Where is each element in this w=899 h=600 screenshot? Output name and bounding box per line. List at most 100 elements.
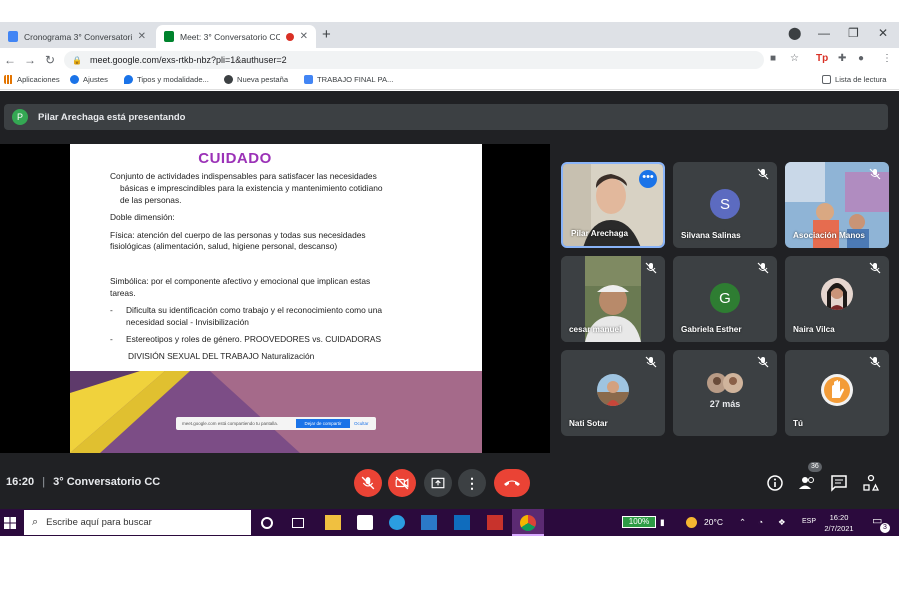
windows-start-icon[interactable]	[4, 517, 16, 529]
participant-tile[interactable]: cesar manuel	[561, 256, 665, 342]
bookmark-label: Nueva pestaña	[237, 75, 289, 84]
people-icon[interactable]	[798, 474, 816, 492]
bookmark-tipos[interactable]: Tipos y modalidade...	[124, 75, 209, 84]
task-view-icon[interactable]	[292, 518, 304, 528]
meet-icon	[164, 31, 174, 42]
chrome-taskbar-button[interactable]	[512, 509, 544, 536]
battery-indicator[interactable]: 100%	[622, 516, 656, 528]
reload-icon[interactable]: ↻	[40, 53, 60, 67]
bookmark-nueva-pestana[interactable]: Nueva pestaña	[224, 75, 288, 84]
puzzle-icon[interactable]: ✚	[838, 53, 846, 64]
participant-tile[interactable]: Asociación Manos	[785, 162, 889, 248]
close-tab-icon[interactable]: ✕	[138, 31, 146, 42]
shared-screen: CUIDADO Conjunto de actividades indispen…	[0, 144, 550, 453]
participant-tile[interactable]: ••• Pilar Arechaga	[561, 162, 665, 248]
bookmark-apps[interactable]: Aplicaciones	[4, 75, 60, 84]
dropbox-icon[interactable]: ❖	[778, 517, 786, 528]
clock-date: 2/7/2021	[824, 524, 854, 533]
windows-taskbar: ⌕ Escribe aquí para buscar 100% ▮ 20°C ⌃…	[0, 509, 899, 536]
mail-icon[interactable]	[454, 515, 470, 530]
activities-icon[interactable]	[862, 474, 880, 492]
drop-icon	[124, 75, 133, 84]
star-icon[interactable]: ☆	[790, 53, 799, 64]
taskbar-clock[interactable]: 16:20 2/7/2021	[818, 512, 860, 534]
bookmark-trabajo[interactable]: TRABAJO FINAL PA...	[304, 75, 393, 84]
participant-tile[interactable]: Naira Vilca	[785, 256, 889, 342]
slide-line: Dificulta su identificación como trabajo…	[126, 305, 383, 315]
present-screen-icon	[431, 477, 445, 489]
participant-tile[interactable]: Nati Sotar	[561, 350, 665, 436]
camera-toggle-button[interactable]	[388, 469, 416, 497]
chevron-up-icon[interactable]: ⌃	[739, 517, 746, 528]
more-options-icon[interactable]: •••	[639, 170, 657, 188]
slide-line: Doble dimensión:	[110, 212, 175, 222]
slide-decoration	[70, 371, 482, 453]
tab-cronograma[interactable]: Cronograma 3° Conversatorio CC ✕	[0, 25, 154, 48]
search-placeholder: Escribe aquí para buscar	[46, 517, 152, 528]
participant-count-badge: 36	[808, 462, 822, 472]
camera-icon[interactable]: ■	[770, 53, 776, 64]
participant-tile[interactable]: G Gabriela Esther	[673, 256, 777, 342]
hide-notice-button[interactable]: Ocultar	[354, 419, 369, 428]
reading-list[interactable]: Lista de lectura	[822, 75, 887, 84]
meet-call-area: P Pilar Arechaga está presentando CUIDAD…	[0, 91, 899, 509]
mic-off-icon	[869, 262, 881, 274]
info-icon[interactable]	[766, 474, 784, 492]
mic-off-icon	[869, 356, 881, 368]
presenting-text: Pilar Arechaga está presentando	[38, 111, 186, 123]
microphone-toggle-button[interactable]	[354, 469, 382, 497]
mic-off-icon	[645, 262, 657, 274]
slide-bullet: -	[110, 334, 113, 344]
tab-title: Meet: 3° Conversatorio CC	[180, 31, 280, 42]
cortana-icon[interactable]	[261, 517, 273, 529]
participant-name: Pilar Arechaga	[571, 229, 629, 238]
screen-share-notice: meet.google.com está compartiendo tu pan…	[176, 417, 376, 430]
stop-sharing-button[interactable]: Dejar de compartir	[296, 419, 350, 428]
new-tab-button[interactable]: +	[322, 26, 331, 43]
power-icon[interactable]: ▮	[660, 517, 665, 528]
sun-weather-icon	[686, 517, 697, 528]
menu-kebab-icon[interactable]: ⋮	[882, 53, 892, 64]
mic-off-icon	[645, 356, 657, 368]
participant-name: cesar manuel	[569, 325, 622, 334]
app-red-icon[interactable]	[487, 515, 503, 530]
profile-dropdown-icon[interactable]: ⬤	[788, 26, 801, 40]
participant-tile[interactable]: 27 más	[673, 350, 777, 436]
more-participants-label: 27 más	[709, 399, 741, 409]
chat-icon[interactable]	[830, 474, 848, 492]
participant-tile-self[interactable]: Tú	[785, 350, 889, 436]
temperature[interactable]: 20°C	[704, 517, 723, 527]
forward-arrow-icon[interactable]: →	[20, 53, 40, 67]
participant-name: Asociación Manos	[793, 231, 865, 240]
store-icon[interactable]	[357, 515, 373, 530]
close-window-button[interactable]: ✕	[878, 26, 888, 40]
profile-avatar-icon[interactable]: ●	[858, 53, 864, 64]
leave-call-button[interactable]	[494, 469, 530, 497]
browser-tab-bar: Cronograma 3° Conversatorio CC ✕ Meet: 3…	[0, 22, 899, 48]
network-icon[interactable]: ◔	[758, 517, 763, 527]
url-field[interactable]: 🔒 meet.google.com/exs-rtkb-nbz?pli=1&aut…	[64, 51, 764, 69]
more-vert-icon: ⋮	[465, 474, 479, 491]
taskbar-search-box[interactable]: ⌕ Escribe aquí para buscar	[24, 510, 251, 535]
present-screen-button[interactable]	[424, 469, 452, 497]
participant-tile[interactable]: S Silvana Salinas	[673, 162, 777, 248]
tab-meet[interactable]: Meet: 3° Conversatorio CC ✕	[156, 25, 316, 48]
slide-line: de las personas.	[120, 195, 182, 205]
file-explorer-icon[interactable]	[325, 515, 341, 530]
language-indicator[interactable]: ESP	[802, 518, 816, 525]
participant-avatar	[821, 278, 853, 310]
app-l-icon[interactable]	[421, 515, 437, 530]
extension-icon[interactable]: Tp	[816, 53, 828, 64]
close-tab-icon[interactable]: ✕	[300, 31, 308, 42]
mic-off-icon	[757, 168, 769, 180]
minimize-button[interactable]: —	[818, 26, 830, 40]
chrome-icon	[520, 515, 536, 531]
back-arrow-icon[interactable]: ←	[0, 53, 20, 67]
restore-button[interactable]: ❐	[848, 26, 859, 40]
bookmark-ajustes[interactable]: Ajustes	[70, 75, 108, 84]
edge-icon[interactable]	[389, 515, 405, 530]
hang-up-icon	[504, 480, 520, 486]
docs-icon	[8, 31, 18, 42]
more-options-button[interactable]: ⋮	[458, 469, 486, 497]
participant-name: Nati Sotar	[569, 419, 608, 428]
